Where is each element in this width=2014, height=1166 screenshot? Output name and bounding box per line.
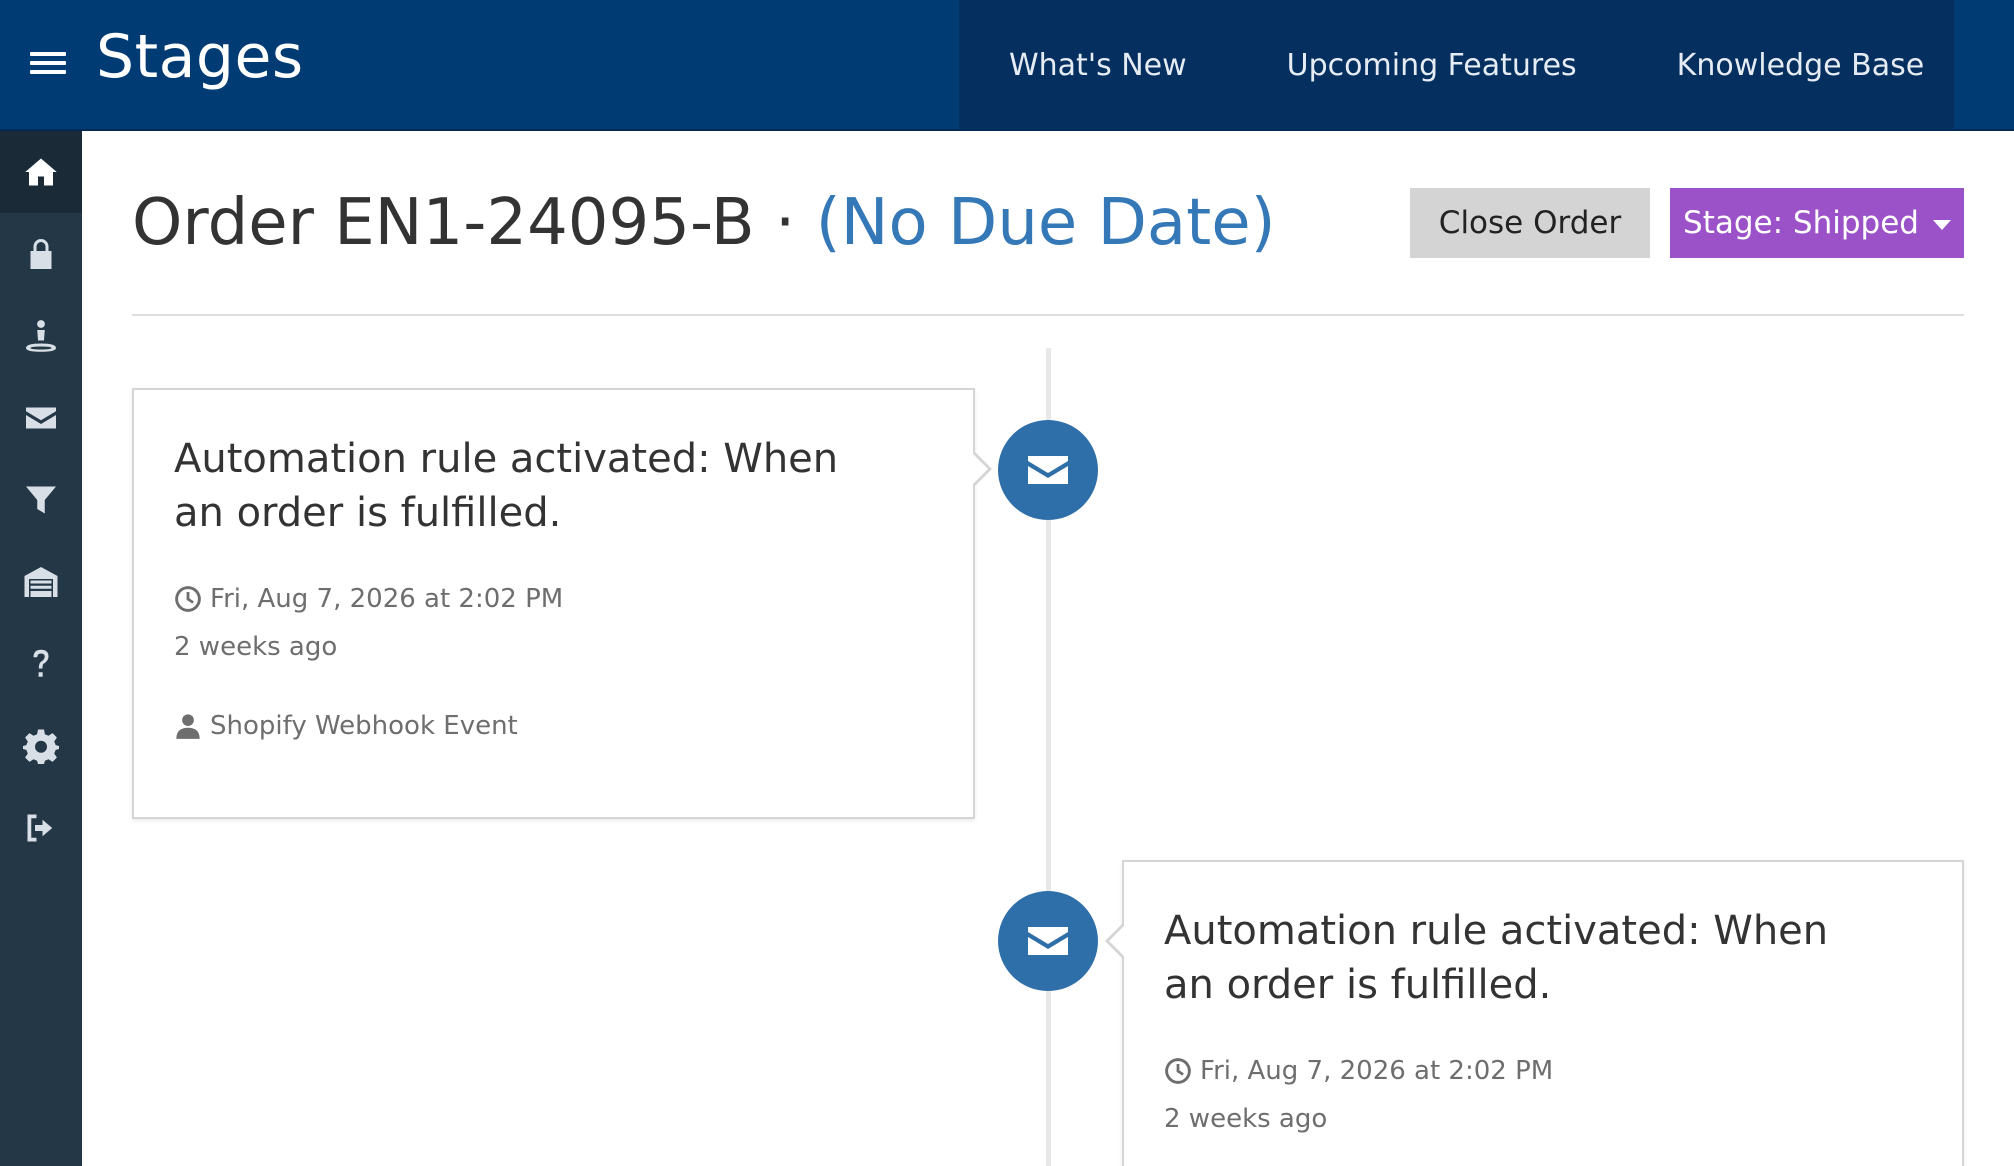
gear-icon [23, 729, 59, 764]
nav-whats-new-link[interactable]: What's New [1009, 48, 1187, 83]
envelope-icon [26, 407, 56, 429]
stage-dropdown-button[interactable]: Stage: Shipped [1670, 188, 1964, 258]
sidebar-item-filter[interactable] [0, 459, 82, 541]
warehouse-icon [24, 567, 58, 597]
sidebar-item-help[interactable] [0, 623, 82, 705]
lock-icon [30, 239, 52, 269]
top-nav-links: What's New Upcoming Features Knowledge B… [959, 0, 1954, 130]
event-relative-time: 2 weeks ago [174, 632, 338, 662]
sidebar-item-sign-out[interactable] [0, 787, 82, 869]
timeline-node-1 [998, 420, 1098, 520]
page-title: Order EN1-24095-B · (No Due Date) [132, 186, 1276, 260]
clock-icon [175, 586, 201, 612]
close-order-label: Close Order [1438, 205, 1622, 241]
user-stand-icon [26, 320, 56, 352]
event-datetime: Fri, Aug 7, 2026 at 2:02 PM [174, 584, 563, 614]
sidebar-item-home[interactable] [0, 131, 82, 213]
envelope-icon [1028, 456, 1068, 484]
nav-knowledge-base-link[interactable]: Knowledge Base [1677, 48, 1925, 83]
sidebar-item-settings[interactable] [0, 705, 82, 787]
event-relative-time: 2 weeks ago [1164, 1104, 1328, 1134]
hamburger-menu-icon[interactable] [30, 52, 66, 80]
sidebar-item-warehouse[interactable] [0, 541, 82, 623]
app-title[interactable]: Stages [96, 22, 304, 92]
event-title: Automation rule activated: When an order… [174, 436, 839, 536]
event-datetime-text: Fri, Aug 7, 2026 at 2:02 PM [210, 584, 564, 614]
title-separator: · [754, 186, 816, 260]
sidebar [0, 131, 82, 1166]
filter-icon [26, 486, 56, 514]
event-source-text: Shopify Webhook Event [210, 711, 518, 741]
top-navbar: Stages What's New Upcoming Features Know… [0, 0, 2014, 131]
due-date-link[interactable]: (No Due Date) [816, 186, 1276, 260]
order-number: Order EN1-24095-B [132, 186, 755, 260]
sidebar-item-lock[interactable] [0, 213, 82, 295]
header-divider [132, 314, 1964, 316]
user-icon [176, 714, 200, 739]
event-source: Shopify Webhook Event [174, 711, 518, 741]
timeline-card: Automation rule activated: When an order… [1105, 860, 1964, 1166]
timeline-node-2 [998, 891, 1098, 991]
sidebar-item-user-stand[interactable] [0, 295, 82, 377]
stage-label: Stage: Shipped [1683, 205, 1919, 241]
home-icon [25, 158, 57, 186]
close-order-button[interactable]: Close Order [1410, 188, 1650, 258]
timeline-card: Automation rule activated: When an order… [132, 388, 992, 819]
sign-out-icon [27, 814, 53, 842]
card-pointer [1105, 922, 1126, 960]
event-datetime: Fri, Aug 7, 2026 at 2:02 PM [1164, 1056, 1553, 1086]
card-pointer [971, 450, 992, 488]
sidebar-item-mail[interactable] [0, 377, 82, 459]
question-icon [33, 649, 49, 677]
caret-down-icon [1932, 220, 1951, 230]
nav-upcoming-features-link[interactable]: Upcoming Features [1287, 48, 1577, 83]
event-datetime-text: Fri, Aug 7, 2026 at 2:02 PM [1200, 1056, 1554, 1086]
event-title: Automation rule activated: When an order… [1164, 908, 1829, 1008]
clock-icon [1165, 1058, 1191, 1084]
envelope-icon [1028, 927, 1068, 955]
